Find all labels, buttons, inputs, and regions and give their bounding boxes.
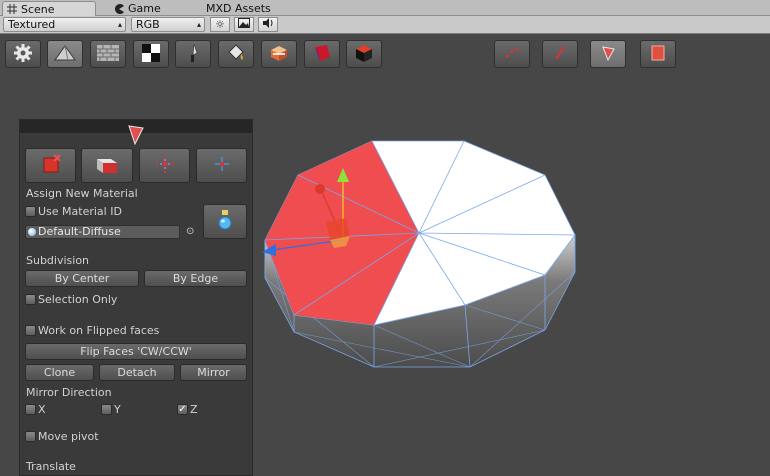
subdivision-label: Subdivision bbox=[26, 254, 90, 267]
mirror-x-checkbox[interactable]: X bbox=[25, 403, 46, 416]
checkbox-box[interactable] bbox=[101, 404, 112, 415]
extrude-button[interactable] bbox=[81, 148, 133, 183]
material-cube-icon bbox=[40, 153, 62, 178]
checkbox-box[interactable] bbox=[25, 431, 36, 442]
extrude-cube-icon bbox=[94, 153, 120, 178]
mirror-y-label: Y bbox=[114, 403, 121, 416]
work-on-flipped-label: Work on Flipped faces bbox=[38, 324, 160, 337]
face-mode-panel-icon bbox=[128, 125, 144, 146]
checkbox-box[interactable]: ✓ bbox=[177, 404, 188, 415]
material-field[interactable]: Default-Diffuse bbox=[25, 225, 180, 239]
by-edge-button[interactable]: By Edge bbox=[144, 270, 247, 287]
assign-material-label: Assign New Material bbox=[26, 187, 138, 200]
flip-faces-button[interactable]: Flip Faces 'CW/CCW' bbox=[25, 343, 247, 360]
work-on-flipped-checkbox[interactable]: Work on Flipped faces bbox=[25, 324, 159, 337]
connect-button[interactable] bbox=[196, 148, 247, 183]
apply-material-button[interactable] bbox=[203, 204, 247, 239]
by-center-button[interactable]: By Center bbox=[25, 270, 139, 287]
move-pivot-checkbox[interactable]: Move pivot bbox=[25, 430, 99, 443]
crosshair-icon bbox=[211, 153, 233, 178]
clone-button[interactable]: Clone bbox=[25, 364, 94, 381]
subdivide-center-button[interactable] bbox=[139, 148, 190, 183]
checkbox-box[interactable] bbox=[25, 294, 36, 305]
detach-button[interactable]: Detach bbox=[99, 364, 175, 381]
mirror-direction-label: Mirror Direction bbox=[26, 386, 112, 399]
translate-label: Translate bbox=[26, 460, 76, 473]
checkbox-box[interactable] bbox=[25, 404, 36, 415]
mirror-y-checkbox[interactable]: Y bbox=[101, 403, 121, 416]
selection-only-checkbox[interactable]: Selection Only bbox=[25, 293, 117, 306]
use-material-id-checkbox[interactable]: Use Material ID bbox=[25, 205, 122, 218]
material-field-value: Default-Diffuse bbox=[38, 225, 121, 238]
decagon-mesh[interactable] bbox=[264, 140, 576, 368]
selection-only-label: Selection Only bbox=[38, 293, 118, 306]
mirror-button[interactable]: Mirror bbox=[180, 364, 247, 381]
mirror-z-checkbox[interactable]: ✓ Z bbox=[177, 403, 198, 416]
mirror-z-label: Z bbox=[190, 403, 198, 416]
object-picker-icon[interactable]: ⊙ bbox=[186, 226, 194, 237]
checkbox-box[interactable] bbox=[25, 325, 36, 336]
use-material-id-label: Use Material ID bbox=[38, 205, 122, 218]
move-pivot-label: Move pivot bbox=[38, 430, 99, 443]
new-material-button[interactable] bbox=[25, 148, 76, 183]
potion-bottle-icon bbox=[217, 209, 233, 234]
mirror-x-label: X bbox=[38, 403, 46, 416]
material-sphere-icon bbox=[28, 228, 36, 236]
center-point-icon bbox=[154, 153, 176, 178]
checkbox-box[interactable] bbox=[25, 206, 36, 217]
